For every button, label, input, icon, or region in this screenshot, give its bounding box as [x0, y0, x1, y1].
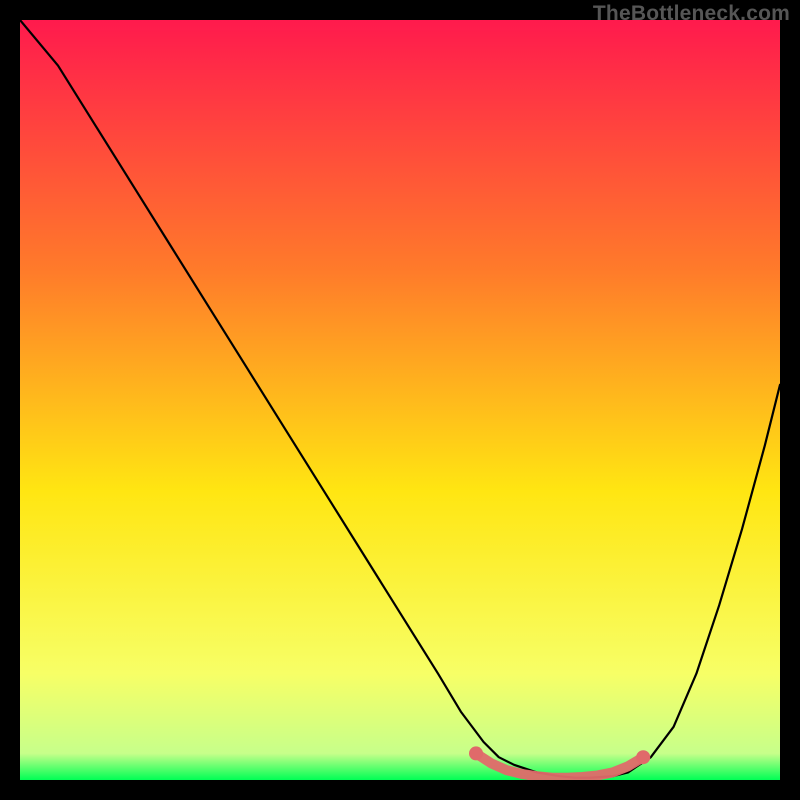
optimal-range-end-dot — [636, 750, 650, 764]
chart-svg — [20, 20, 780, 780]
gradient-background — [20, 20, 780, 780]
watermark-text: TheBottleneck.com — [593, 2, 790, 26]
chart-frame: TheBottleneck.com — [0, 0, 800, 800]
plot-area — [20, 20, 780, 780]
optimal-range-start-dot — [469, 746, 483, 760]
